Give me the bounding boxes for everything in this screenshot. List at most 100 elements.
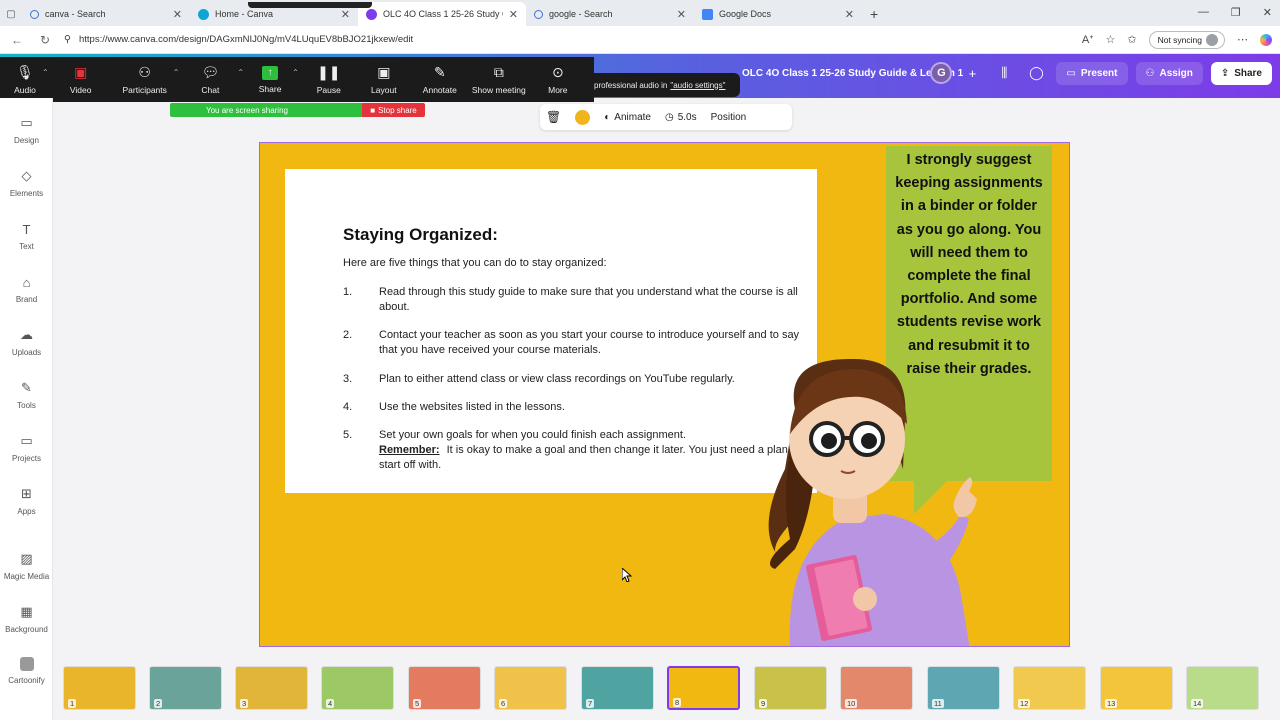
zoom-item-label: Video (69, 84, 92, 95)
page-thumbnail[interactable]: 1 (63, 666, 136, 710)
zoom-meeting-toolbar: 🎙︎ Audio ⌃ ▣ Video ⚇ Participants ⌃ 💬︎ C… (0, 57, 594, 102)
thumb-number: 14 (1191, 699, 1204, 708)
animate-button[interactable]: ◐ Animate (604, 112, 651, 123)
user-avatar[interactable]: G (930, 62, 953, 84)
sidebar-item-background[interactable]: ▦ Background (0, 604, 53, 634)
page-thumbnail[interactable]: 14 (1186, 666, 1259, 710)
close-icon[interactable]: ✕ (173, 8, 182, 21)
insights-icon[interactable]: ⫼ (992, 61, 1016, 85)
stop-share-button[interactable]: ■ Stop share (362, 103, 425, 117)
thumb-number: 1 (68, 699, 77, 708)
page-thumbnail[interactable]: 9 (754, 666, 827, 710)
menu-dots-icon[interactable]: ⋯ (1237, 33, 1248, 46)
read-aloud-icon[interactable]: Aᐩ (1082, 33, 1094, 46)
page-thumbnail-active[interactable]: 8 (667, 666, 740, 710)
page-thumbnail[interactable]: 11 (927, 666, 1000, 710)
assign-label: Assign (1159, 67, 1193, 79)
minimize-icon[interactable]: — (1198, 6, 1209, 19)
zoom-video-button[interactable]: ▣ Video (49, 64, 113, 95)
copilot-icon[interactable] (1260, 33, 1272, 46)
sidebar-item-design[interactable]: ▭ Design (0, 115, 53, 145)
sidebar-item-label: Elements (9, 189, 44, 198)
duration-button[interactable]: ◷ 5.0s (665, 112, 697, 123)
zoom-chat-button[interactable]: 💬︎ Chat (179, 64, 241, 95)
close-icon[interactable]: ✕ (677, 8, 686, 21)
favorites-bar-icon[interactable]: ✩ (1127, 33, 1136, 46)
sync-status-button[interactable]: Not syncing (1148, 30, 1225, 49)
close-icon[interactable]: ✕ (845, 8, 854, 21)
comment-icon[interactable]: ◯ (1024, 61, 1048, 85)
slide-canvas[interactable]: Staying Organized: Here are five things … (259, 142, 1070, 647)
zoom-pause-button[interactable]: ❚❚ Pause (299, 64, 359, 95)
new-tab-button[interactable]: + (862, 2, 886, 26)
zoom-item-label: Chat (201, 84, 220, 95)
delete-icon[interactable]: 🗑︎ (546, 110, 561, 124)
browser-tab-google-search[interactable]: google - Search ✕ (526, 2, 694, 26)
page-thumbnail[interactable]: 7 (581, 666, 654, 710)
fill-color-swatch[interactable] (575, 109, 591, 125)
page-thumbnail[interactable]: 2 (149, 666, 222, 710)
zoom-annotate-button[interactable]: ✎ Annotate (409, 64, 471, 95)
zoom-item-label: Participants (122, 84, 167, 95)
zoom-more-button[interactable]: ⊙ More (527, 64, 589, 95)
thumb-number: 4 (326, 699, 335, 708)
remember-note[interactable]: Remember: It is okay to make a goal and … (379, 443, 809, 473)
zoom-layout-button[interactable]: ▣ Layout (359, 64, 409, 95)
close-icon[interactable]: ✕ (509, 8, 518, 21)
page-thumbnail[interactable]: 4 (321, 666, 394, 710)
remember-text: It is okay to make a goal and then chang… (379, 444, 801, 471)
assign-button[interactable]: ⚇ Assign (1135, 61, 1203, 85)
page-thumbnail[interactable]: 13 (1100, 666, 1173, 710)
close-icon[interactable]: ✕ (341, 8, 350, 21)
audio-settings-link[interactable]: "audio settings" (670, 81, 725, 90)
animate-label: Animate (614, 111, 651, 123)
sidebar-item-text[interactable]: T Text (0, 221, 53, 252)
add-collaborator-icon[interactable]: + (960, 61, 984, 85)
favorite-icon[interactable]: ☆ (1105, 33, 1115, 46)
page-thumbnail[interactable]: 10 (840, 666, 913, 710)
restore-icon[interactable]: ❐ (1231, 6, 1241, 19)
slide-intro[interactable]: Here are five things that you can do to … (343, 257, 607, 269)
zoom-audio-notice: professional audio in "audio settings" (590, 73, 740, 97)
browser-tab-google-docs[interactable]: Google Docs ✕ (694, 2, 862, 26)
page-thumbnail[interactable]: 12 (1013, 666, 1086, 710)
sidebar-item-apps[interactable]: ⊞ Apps (0, 486, 53, 516)
back-icon[interactable]: ← (8, 33, 26, 47)
zoom-show-meeting-button[interactable]: ⧉ Show meeting (471, 64, 527, 95)
browser-tab-study-guide[interactable]: OLC 4O Class 1 25-26 Study Guid ✕ (358, 2, 526, 26)
sidebar-item-cartoonify[interactable]: Cartoonify (0, 657, 53, 685)
thumb-number: 10 (845, 699, 858, 708)
close-window-icon[interactable]: ✕ (1263, 6, 1272, 19)
position-button[interactable]: Position (711, 112, 747, 123)
callout-text[interactable]: I strongly suggest keeping assignments i… (892, 149, 1046, 381)
browser-tab-canva-search[interactable]: canva - Search ✕ (22, 2, 190, 26)
zoom-participants-button[interactable]: ⚇ Participants (113, 64, 177, 95)
sidebar-item-magic-media[interactable]: ▨ Magic Media (0, 551, 53, 581)
share-button[interactable]: ⇪ Share (1210, 61, 1272, 85)
canva-header-actions: G + ⫼ ◯ ▭ Present ⚇ Assign ⇪ Share (930, 61, 1272, 85)
thumb-number: 2 (154, 699, 163, 708)
reload-icon[interactable]: ↻ (36, 33, 54, 47)
site-info-icon[interactable]: ⚲ (64, 34, 71, 45)
search-icon (534, 9, 543, 19)
list-text: Contact your teacher as soon as you star… (379, 329, 800, 356)
present-button[interactable]: ▭ Present (1056, 61, 1128, 85)
sidebar-item-brand[interactable]: ⌂ Brand (0, 274, 53, 305)
sidebar-item-projects[interactable]: ▭ Projects (0, 433, 53, 463)
page-thumbnail[interactable]: 5 (408, 666, 481, 710)
slide-heading[interactable]: Staying Organized: (343, 225, 498, 245)
zoom-item-label: Audio (14, 84, 36, 95)
sidebar-item-tools[interactable]: ✎ Tools (0, 380, 53, 410)
zoom-audio-button[interactable]: 🎙︎ Audio (4, 64, 46, 95)
sidebar-item-uploads[interactable]: ☁ Uploads (0, 327, 53, 357)
sidebar-item-label: Design (14, 136, 39, 145)
sidebar-item-label: Uploads (11, 348, 42, 357)
page-thumbnail[interactable]: 6 (494, 666, 567, 710)
page-thumbnail[interactable]: 3 (235, 666, 308, 710)
zoom-share-button[interactable]: ↑ Share (244, 65, 296, 94)
zoom-top-strip (248, 2, 372, 8)
url-field[interactable]: ⚲ https://www.canva.com/design/DAGxmNIJ0… (64, 34, 1072, 45)
tab-actions-icon[interactable]: ▢ (0, 2, 22, 26)
girl-illustration[interactable] (755, 349, 995, 647)
sidebar-item-elements[interactable]: ◇ Elements (0, 168, 53, 198)
